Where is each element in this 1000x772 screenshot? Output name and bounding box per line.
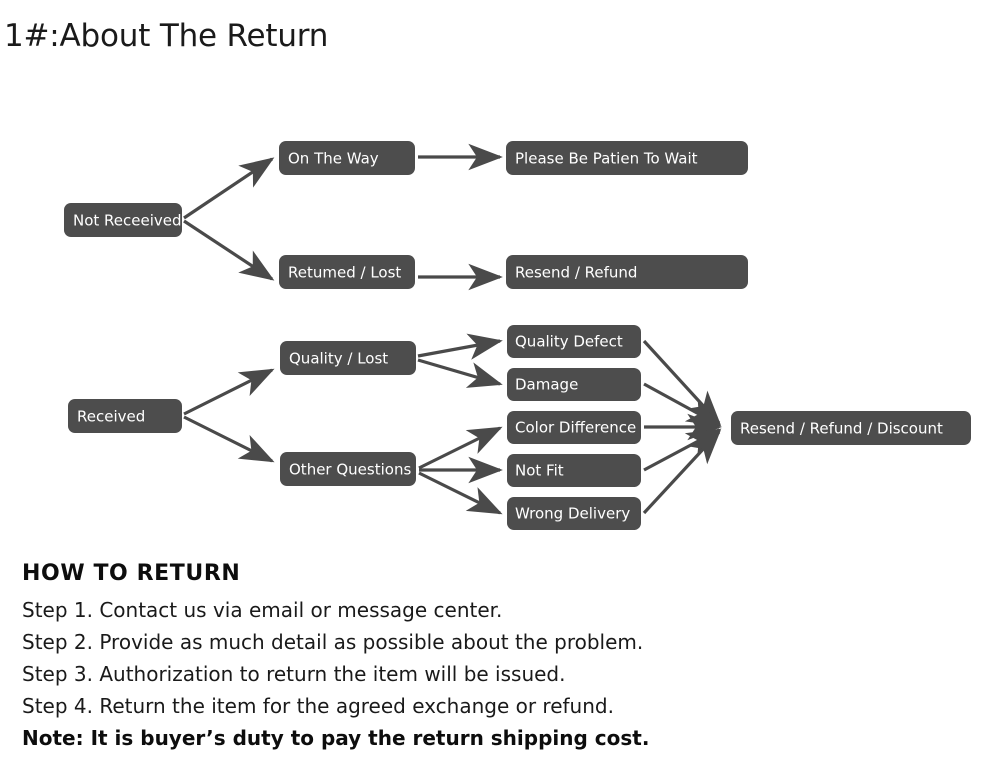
node-color-difference[interactable]: Color Difference <box>507 411 641 444</box>
node-not-fit-label: Not Fit <box>515 462 564 480</box>
how-to-return-step-3: Step 3. Authorization to return the item… <box>22 661 566 686</box>
how-to-return-heading: HOW TO RETURN <box>22 561 241 586</box>
node-not-received-label: Not Receeived <box>73 212 182 230</box>
node-color-difference-label: Color Difference <box>515 419 636 437</box>
how-to-return-note: Note: It is buyer’s duty to pay the retu… <box>22 725 650 750</box>
node-returned-lost[interactable]: Retumed / Lost <box>279 255 415 289</box>
node-please-wait[interactable]: Please Be Patien To Wait <box>506 141 748 175</box>
node-other-questions-label: Other Questions <box>289 461 411 479</box>
return-flow-diagram: Not Receeived On The Way Retumed / Lost … <box>64 141 971 530</box>
node-quality-defect-label: Quality Defect <box>515 333 623 351</box>
node-please-wait-label: Please Be Patien To Wait <box>515 150 698 168</box>
node-resend-refund-discount-label: Resend / Refund / Discount <box>740 420 943 438</box>
node-not-fit[interactable]: Not Fit <box>507 454 641 487</box>
node-resend-refund-discount[interactable]: Resend / Refund / Discount <box>731 411 971 445</box>
node-resend-refund-label: Resend / Refund <box>515 264 637 282</box>
node-received[interactable]: Received <box>68 399 182 433</box>
how-to-return-step-1: Step 1. Contact us via email or message … <box>22 597 503 622</box>
node-on-the-way-label: On The Way <box>288 150 379 168</box>
node-quality-lost[interactable]: Quality / Lost <box>280 341 416 375</box>
node-damage-label: Damage <box>515 376 578 394</box>
node-quality-lost-label: Quality / Lost <box>289 350 388 368</box>
node-wrong-delivery-label: Wrong Delivery <box>515 505 630 523</box>
how-to-return-step-4: Step 4. Return the item for the agreed e… <box>22 693 614 718</box>
how-to-return-section: HOW TO RETURN Step 1. Contact us via ema… <box>22 560 972 754</box>
node-other-questions[interactable]: Other Questions <box>280 452 416 486</box>
how-to-return-step-2: Step 2. Provide as much detail as possib… <box>22 629 644 654</box>
node-on-the-way[interactable]: On The Way <box>279 141 415 175</box>
node-damage[interactable]: Damage <box>507 368 641 401</box>
node-quality-defect[interactable]: Quality Defect <box>507 325 641 358</box>
node-wrong-delivery[interactable]: Wrong Delivery <box>507 497 641 530</box>
node-returned-lost-label: Retumed / Lost <box>288 264 401 282</box>
node-not-received[interactable]: Not Receeived <box>64 203 182 237</box>
page-title: 1#:About The Return <box>4 18 329 54</box>
node-resend-refund[interactable]: Resend / Refund <box>506 255 748 289</box>
node-received-label: Received <box>77 408 145 426</box>
